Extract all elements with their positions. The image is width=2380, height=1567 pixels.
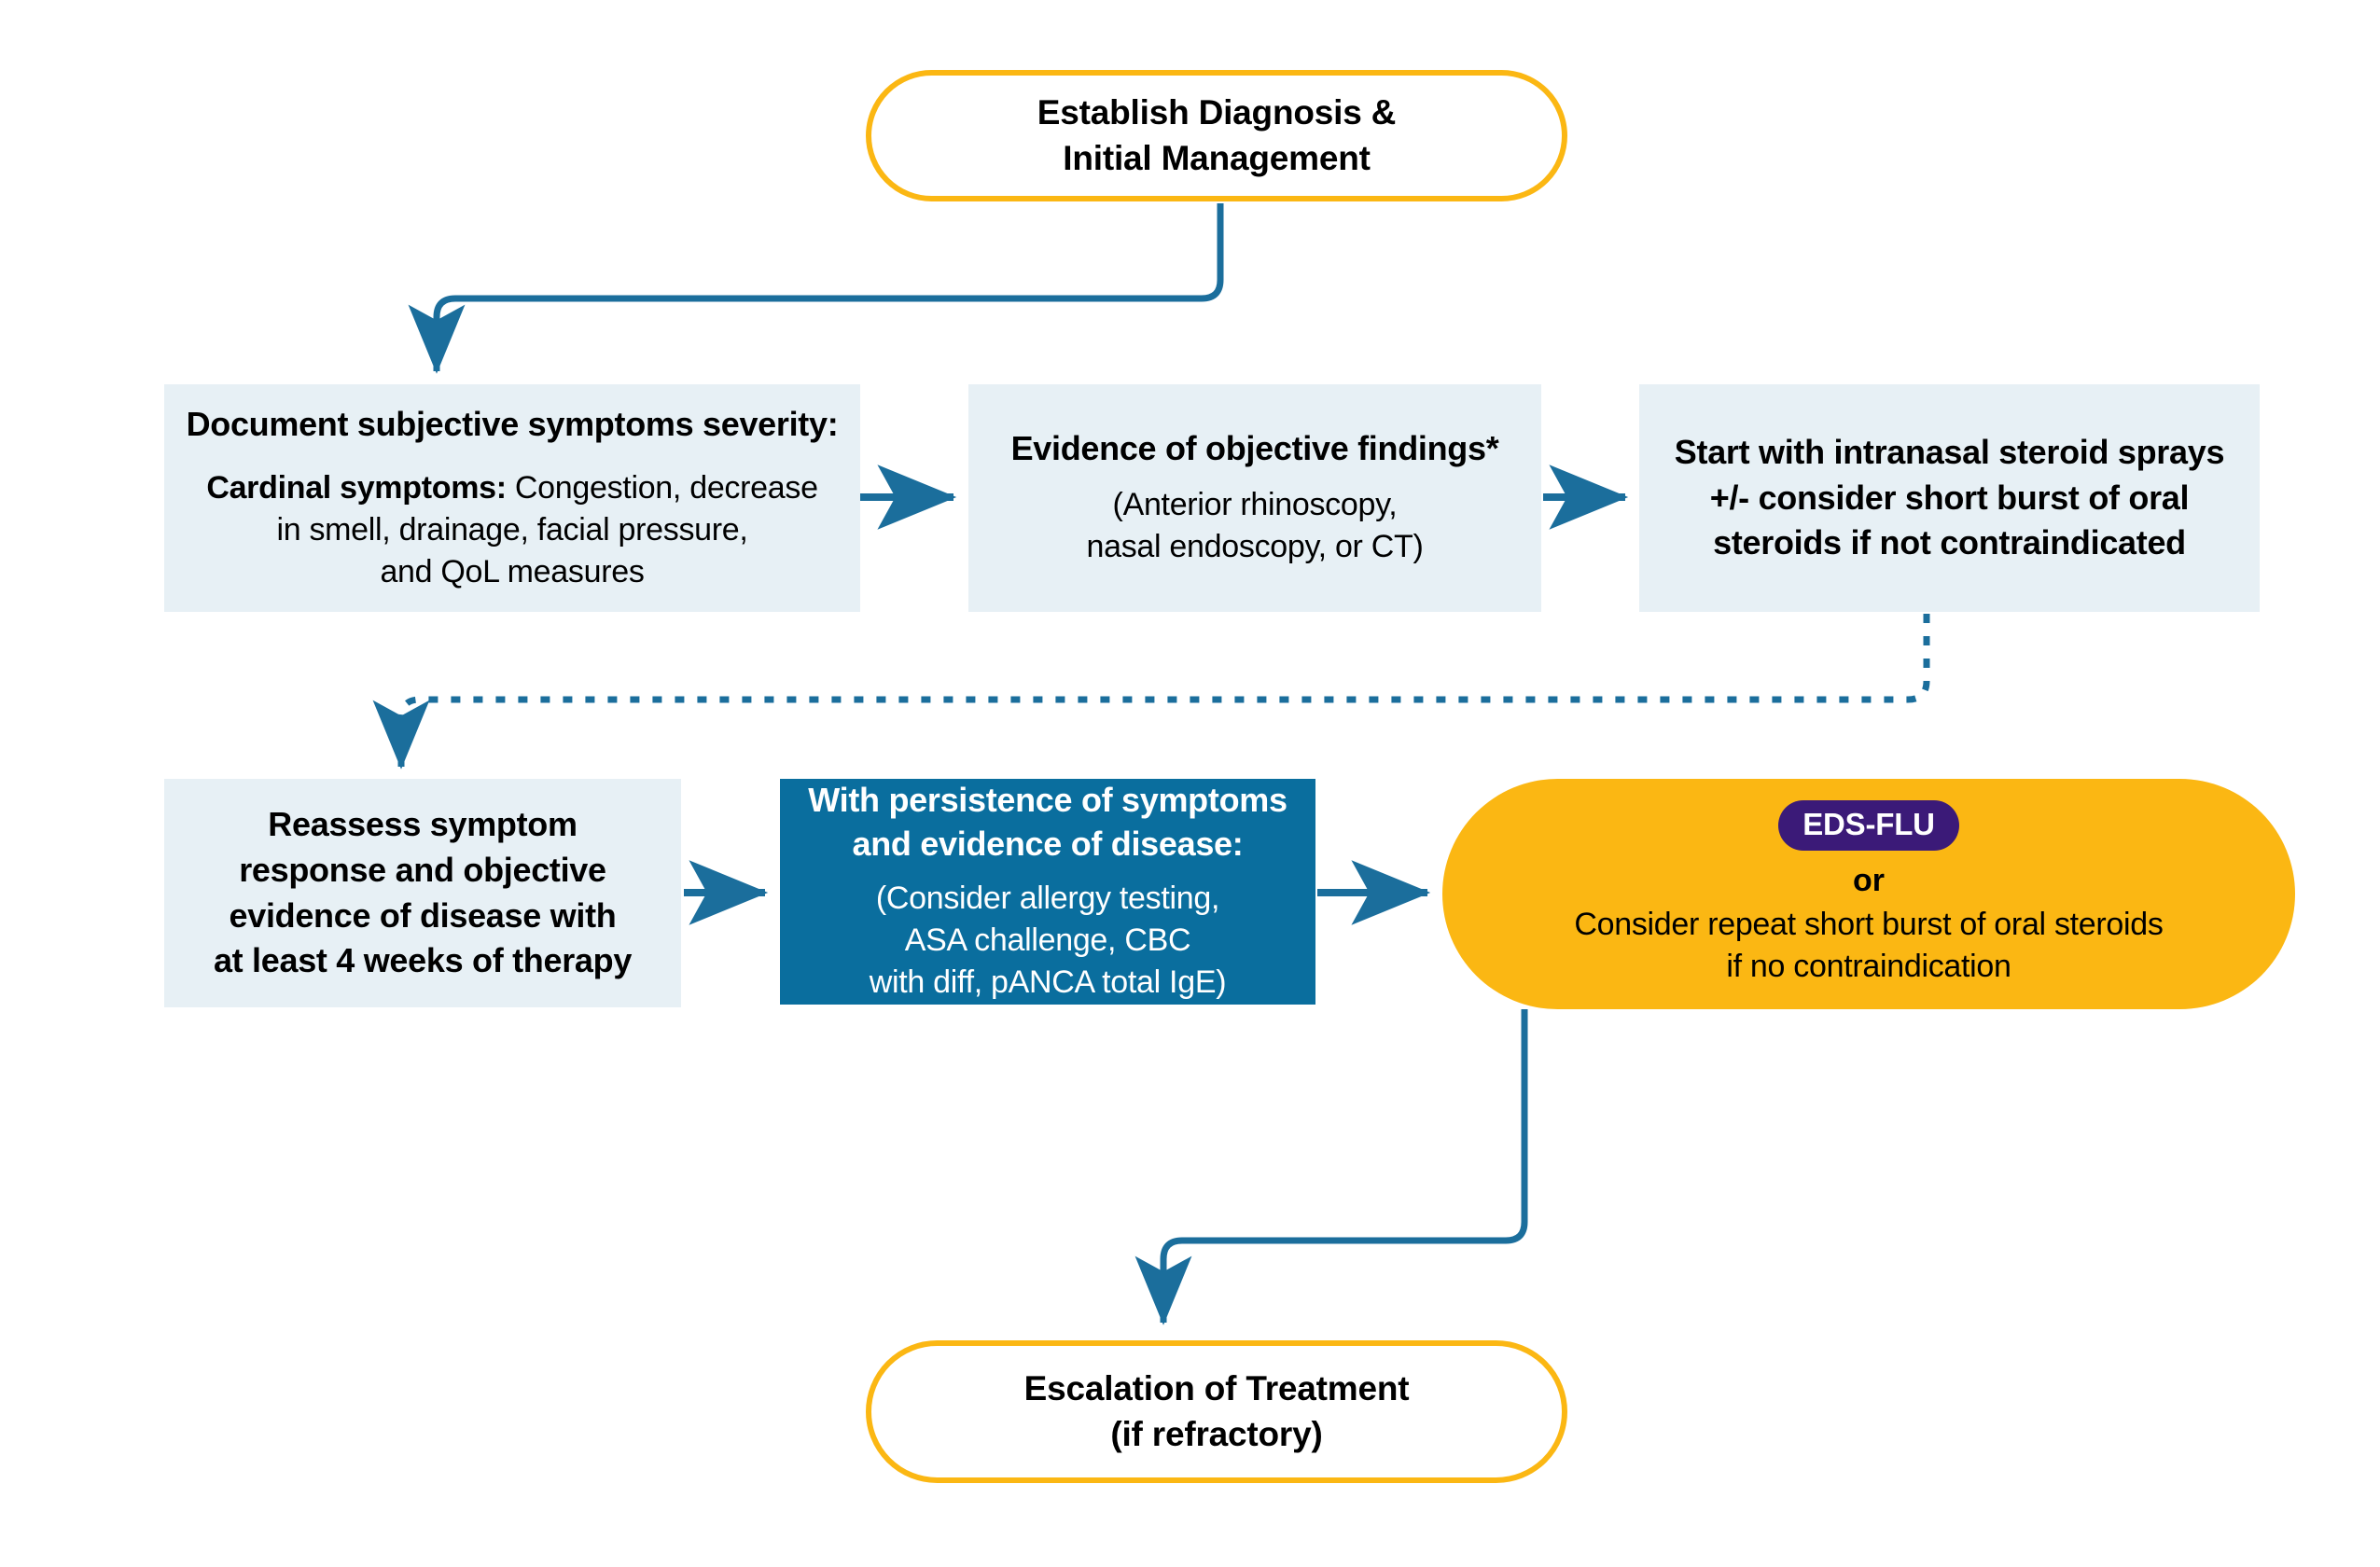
cardinal-symptoms-line2: in smell, drainage, facial pressure, xyxy=(276,511,748,548)
treatment-option-description: Consider repeat short burst of oral ster… xyxy=(1574,904,2164,988)
persistence-details: (Consider allergy testing, ASA challenge… xyxy=(869,878,1227,1005)
escalation-line1: Escalation of Treatment xyxy=(1023,1368,1410,1408)
connector-treatment-to-escalation xyxy=(1134,1009,1528,1325)
reassess-line1: Reassess symptom xyxy=(268,804,578,843)
node-intranasal-steroids[interactable]: Start with intranasal steroid sprays +/-… xyxy=(1639,384,2260,612)
reassess-line2: response and objective xyxy=(239,850,606,889)
intranasal-steroids-line3: steroids if not contraindicated xyxy=(1713,523,2186,562)
node-document-symptoms[interactable]: Document subjective symptoms severity: C… xyxy=(164,384,860,612)
establish-diagnosis-line1: Establish Diagnosis & xyxy=(1037,92,1397,132)
treatment-option-line1: Consider repeat short burst of oral ster… xyxy=(1574,907,2164,942)
objective-findings-details: (Anterior rhinoscopy, nasal endoscopy, o… xyxy=(1087,484,1424,568)
intranasal-steroids-text: Start with intranasal steroid sprays +/-… xyxy=(1674,430,2225,567)
node-treatment-option[interactable]: EDS-FLU or Consider repeat short burst o… xyxy=(1442,779,2295,1009)
document-symptoms-details: Cardinal symptoms: Congestion, decrease … xyxy=(206,467,818,594)
node-objective-findings[interactable]: Evidence of objective findings* (Anterio… xyxy=(968,384,1541,612)
persistence-heading-line2: and evidence of disease: xyxy=(852,825,1244,864)
cardinal-symptoms-line3: and QoL measures xyxy=(380,554,645,589)
persistence-line3: with diff, pANCA total IgE) xyxy=(869,964,1227,1001)
intranasal-steroids-line2: +/- consider short burst of oral xyxy=(1709,478,2190,517)
objective-findings-line1: (Anterior rhinoscopy, xyxy=(1112,487,1398,523)
cardinal-symptoms-line1: Congestion, decrease xyxy=(506,469,818,506)
reassess-line4: at least 4 weeks of therapy xyxy=(213,941,633,980)
escalation-line2: (if refractory) xyxy=(1110,1414,1323,1453)
persistence-heading-line1: With persistence of symptoms xyxy=(808,781,1287,820)
reassess-text: Reassess symptom response and objective … xyxy=(214,802,632,985)
connector-start-to-document xyxy=(408,203,1224,374)
treatment-option-line2: if no contraindication xyxy=(1726,949,2011,985)
document-symptoms-heading: Document subjective symptoms severity: xyxy=(186,404,839,443)
node-establish-diagnosis[interactable]: Establish Diagnosis & Initial Management xyxy=(866,70,1567,201)
intranasal-steroids-line1: Start with intranasal steroid sprays xyxy=(1674,432,2225,471)
cardinal-symptoms-label: Cardinal symptoms: xyxy=(206,469,507,506)
flowchart-canvas: Establish Diagnosis & Initial Management… xyxy=(0,0,2380,1567)
reassess-line3: evidence of disease with xyxy=(229,895,617,935)
node-persistence-of-symptoms[interactable]: With persistence of symptoms and evidenc… xyxy=(780,779,1315,1005)
objective-findings-line2: nasal endoscopy, or CT) xyxy=(1086,529,1424,565)
establish-diagnosis-line2: Initial Management xyxy=(1063,138,1371,177)
persistence-heading: With persistence of symptoms and evidenc… xyxy=(808,779,1287,867)
persistence-line1: (Consider allergy testing, xyxy=(875,880,1220,916)
persistence-line2: ASA challenge, CBC xyxy=(904,922,1191,959)
eds-flu-badge[interactable]: EDS-FLU xyxy=(1778,799,1959,852)
node-reassess-symptoms[interactable]: Reassess symptom response and objective … xyxy=(164,779,681,1007)
connector-steroids-to-reassess-dashed xyxy=(372,614,1930,770)
treatment-option-or: or xyxy=(1853,863,1885,899)
objective-findings-heading: Evidence of objective findings* xyxy=(1010,429,1499,468)
node-escalation-of-treatment[interactable]: Escalation of Treatment (if refractory) xyxy=(866,1340,1567,1483)
